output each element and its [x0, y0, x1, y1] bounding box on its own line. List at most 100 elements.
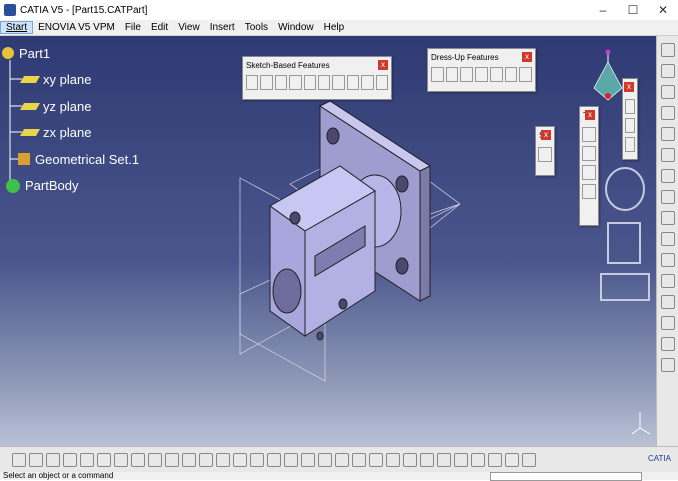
draft-icon[interactable]: [460, 67, 474, 82]
thread-icon[interactable]: [504, 67, 518, 82]
undo-icon[interactable]: [131, 452, 145, 467]
3d-viewport[interactable]: Part1 xy plane yz plane zx plane Geometr…: [0, 36, 656, 446]
tool-icon[interactable]: [661, 337, 675, 351]
close-icon[interactable]: ✕: [648, 0, 678, 20]
tree-node-part[interactable]: Part1: [2, 40, 139, 67]
close-icon[interactable]: x: [541, 130, 551, 140]
tool-icon[interactable]: [661, 274, 675, 288]
plane-icon[interactable]: [625, 137, 635, 152]
measure-icon[interactable]: [199, 452, 213, 467]
pan-icon[interactable]: [284, 452, 298, 467]
rib-icon[interactable]: [318, 75, 331, 90]
tree-node-xy-plane[interactable]: xy plane: [2, 67, 139, 94]
rotate-icon[interactable]: [301, 452, 315, 467]
tree-node-yz-plane[interactable]: yz plane: [2, 93, 139, 120]
tool-icon[interactable]: [661, 85, 675, 99]
toolbar-title: Dress-Up Features: [431, 52, 499, 62]
tool-icon[interactable]: [661, 169, 675, 183]
apply-material-icon[interactable]: [522, 452, 536, 467]
tool-icon[interactable]: [661, 64, 675, 78]
close-icon[interactable]: x: [522, 52, 532, 62]
sketcher-toolbar: S x: [535, 126, 555, 176]
line-icon[interactable]: [625, 118, 635, 133]
tool-icon[interactable]: [661, 148, 675, 162]
menu-insert[interactable]: Insert: [205, 22, 240, 33]
tree-node-geometrical-set[interactable]: Geometrical Set.1: [2, 146, 139, 173]
minimize-icon[interactable]: –: [588, 0, 618, 20]
tool-icon[interactable]: [661, 106, 675, 120]
pocket-icon[interactable]: [260, 75, 273, 90]
bom-icon[interactable]: [454, 452, 468, 467]
formula-icon[interactable]: [182, 452, 196, 467]
cut-icon[interactable]: [80, 452, 94, 467]
menu-edit[interactable]: Edit: [146, 22, 173, 33]
menu-help[interactable]: Help: [319, 22, 350, 33]
scaling-icon[interactable]: [582, 184, 596, 199]
dress-up-features-toolbar: Dress-Up Features x: [427, 48, 536, 92]
sketch-icon[interactable]: [538, 147, 552, 162]
swap-space-icon[interactable]: [420, 452, 434, 467]
zoom-out-icon[interactable]: [335, 452, 349, 467]
pad-icon[interactable]: [246, 75, 259, 90]
views-icon[interactable]: [369, 452, 383, 467]
translation-icon[interactable]: [582, 127, 596, 142]
tool-icon[interactable]: [661, 358, 675, 372]
close-icon[interactable]: x: [585, 110, 595, 120]
remove-face-icon[interactable]: [519, 67, 533, 82]
tool-icon[interactable]: [661, 190, 675, 204]
menu-window[interactable]: Window: [273, 22, 319, 33]
tool-icon[interactable]: [661, 232, 675, 246]
mirror-icon[interactable]: [582, 146, 596, 161]
3d-part-model[interactable]: [225, 96, 475, 386]
tool-icon[interactable]: [661, 253, 675, 267]
measure-item-icon[interactable]: [505, 452, 519, 467]
compass-icon[interactable]: [588, 48, 628, 108]
zoom-in-icon[interactable]: [318, 452, 332, 467]
stiffener-icon[interactable]: [346, 75, 360, 90]
tool-icon[interactable]: [661, 211, 675, 225]
menu-view[interactable]: View: [173, 22, 205, 33]
copy-icon[interactable]: [97, 452, 111, 467]
paste-icon[interactable]: [114, 452, 128, 467]
shaft-icon[interactable]: [274, 75, 288, 90]
hole-icon[interactable]: [303, 75, 317, 90]
catalog-icon[interactable]: [471, 452, 485, 467]
tool-icon[interactable]: [661, 43, 675, 57]
groove-icon[interactable]: [289, 75, 302, 90]
rectangular-pattern-icon[interactable]: [582, 165, 596, 180]
tree-node-zx-plane[interactable]: zx plane: [2, 120, 139, 147]
menu-start[interactable]: Start: [0, 21, 34, 34]
chamfer-icon[interactable]: [445, 67, 459, 82]
edge-fillet-icon[interactable]: [431, 67, 444, 82]
open-icon[interactable]: [29, 452, 43, 467]
shell-icon[interactable]: [475, 67, 488, 82]
new-icon[interactable]: [12, 452, 26, 467]
loft-icon[interactable]: [361, 75, 374, 90]
properties-icon[interactable]: [233, 452, 247, 467]
menu-tools[interactable]: Tools: [240, 22, 273, 33]
slot-icon[interactable]: [332, 75, 345, 90]
tree-node-partbody[interactable]: PartBody: [2, 173, 139, 200]
thickness-icon[interactable]: [489, 67, 503, 82]
redo-icon[interactable]: [148, 452, 162, 467]
menu-enovia[interactable]: ENOVIA V5 VPM: [33, 22, 120, 33]
menu-file[interactable]: File: [120, 22, 146, 33]
remove-loft-icon[interactable]: [375, 75, 389, 90]
analysis-icon[interactable]: [488, 452, 502, 467]
tool-icon[interactable]: [661, 295, 675, 309]
normal-view-icon[interactable]: [352, 452, 366, 467]
save-icon[interactable]: [46, 452, 60, 467]
update-icon[interactable]: [437, 452, 451, 467]
help-icon[interactable]: [165, 452, 179, 467]
close-icon[interactable]: x: [378, 60, 388, 70]
fly-mode-icon[interactable]: [250, 452, 264, 467]
fit-all-icon[interactable]: [267, 452, 281, 467]
hide-show-icon[interactable]: [403, 452, 417, 467]
layer-icon[interactable]: [216, 452, 230, 467]
tool-icon[interactable]: [661, 127, 675, 141]
tool-icon[interactable]: [661, 316, 675, 330]
shading-icon[interactable]: [386, 452, 400, 467]
print-icon[interactable]: [63, 452, 77, 467]
catia-logo-icon: CATIA: [648, 453, 671, 463]
maximize-icon[interactable]: ☐: [618, 0, 648, 20]
